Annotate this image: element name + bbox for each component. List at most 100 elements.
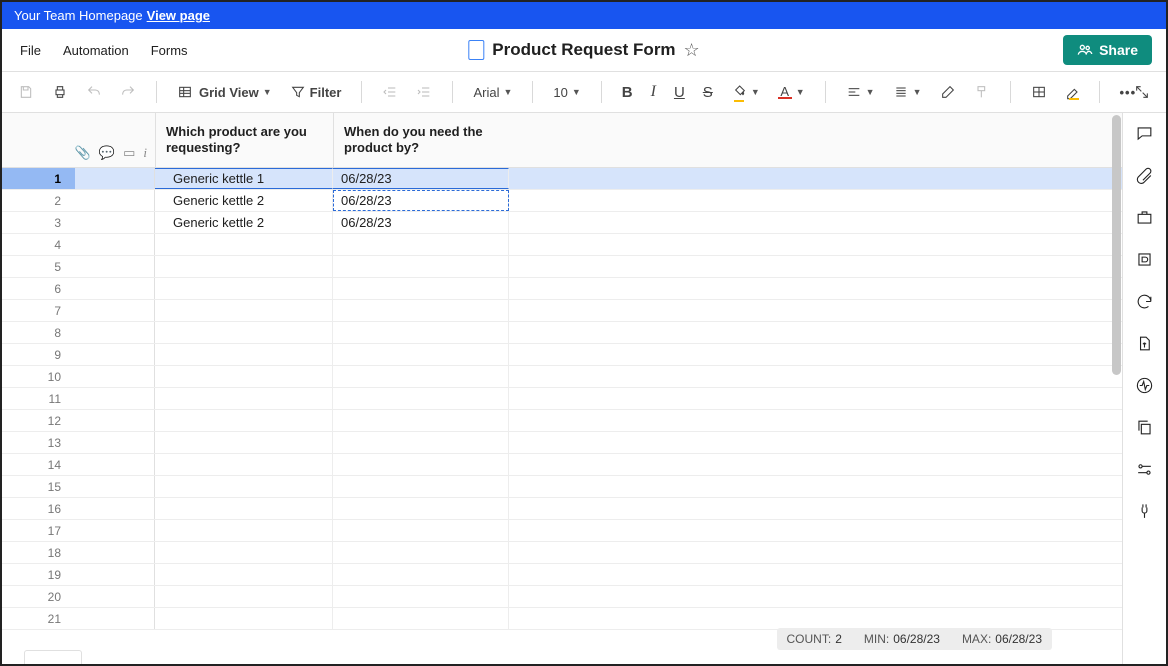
column-header-a[interactable]: Which product are you requesting? <box>155 113 333 167</box>
cell-product[interactable] <box>155 366 333 387</box>
attachment-icon[interactable]: 📎 <box>75 145 91 161</box>
outdent-icon[interactable] <box>376 78 404 106</box>
row-gutter[interactable] <box>75 476 155 497</box>
cell-date[interactable] <box>333 520 509 541</box>
table-row[interactable]: 2Generic kettle 206/28/23 <box>2 190 1122 212</box>
table-row[interactable]: 6 <box>2 278 1122 300</box>
activity-icon[interactable] <box>1135 375 1155 395</box>
row-number[interactable]: 9 <box>2 344 75 365</box>
table-row[interactable]: 14 <box>2 454 1122 476</box>
cell-date[interactable] <box>333 564 509 585</box>
comments-panel-icon[interactable] <box>1135 123 1155 143</box>
cell-date[interactable] <box>333 256 509 277</box>
row-number[interactable]: 19 <box>2 564 75 585</box>
attachments-panel-icon[interactable] <box>1135 165 1155 185</box>
cell-product[interactable] <box>155 454 333 475</box>
cell-product[interactable] <box>155 278 333 299</box>
row-number[interactable]: 20 <box>2 586 75 607</box>
banner-view-page-link[interactable]: View page <box>147 8 210 23</box>
cell-date[interactable] <box>333 454 509 475</box>
cell-product[interactable]: Generic kettle 2 <box>155 212 333 233</box>
settings-sliders-icon[interactable] <box>1135 459 1155 479</box>
font-size-select[interactable]: 10 ▼ <box>547 78 586 106</box>
row-number[interactable]: 3 <box>2 212 75 233</box>
cell-product[interactable] <box>155 344 333 365</box>
h-align-button[interactable]: ▼ <box>840 78 881 106</box>
cell-product[interactable] <box>155 234 333 255</box>
menu-automation[interactable]: Automation <box>63 43 129 58</box>
indent-icon[interactable] <box>410 78 438 106</box>
row-gutter[interactable] <box>75 278 155 299</box>
row-number[interactable]: 21 <box>2 608 75 629</box>
cell-product[interactable] <box>155 432 333 453</box>
table-row[interactable]: 9 <box>2 344 1122 366</box>
upload-file-icon[interactable] <box>1135 333 1155 353</box>
proof-icon[interactable]: ▭ <box>123 145 135 161</box>
row-number[interactable]: 15 <box>2 476 75 497</box>
row-gutter[interactable] <box>75 564 155 585</box>
row-number[interactable]: 10 <box>2 366 75 387</box>
undo-icon[interactable] <box>80 78 108 106</box>
cell-product[interactable] <box>155 542 333 563</box>
briefcase-icon[interactable] <box>1135 207 1155 227</box>
table-row[interactable]: 10 <box>2 366 1122 388</box>
cell-date[interactable] <box>333 608 509 629</box>
cell-product[interactable] <box>155 300 333 321</box>
sheet-tab[interactable] <box>24 650 82 664</box>
row-gutter[interactable] <box>75 498 155 519</box>
row-number[interactable]: 16 <box>2 498 75 519</box>
row-gutter[interactable] <box>75 256 155 277</box>
cell-date[interactable] <box>333 586 509 607</box>
row-number[interactable]: 6 <box>2 278 75 299</box>
cell-date[interactable] <box>333 432 509 453</box>
document-title[interactable]: Product Request Form <box>492 40 675 60</box>
eraser-icon[interactable] <box>934 78 962 106</box>
table-row[interactable]: 7 <box>2 300 1122 322</box>
italic-button[interactable]: I <box>645 78 662 106</box>
cell-date[interactable] <box>333 542 509 563</box>
row-number[interactable]: 5 <box>2 256 75 277</box>
cell-product[interactable]: Generic kettle 1 <box>155 168 333 189</box>
row-number[interactable]: 2 <box>2 190 75 211</box>
cell-date[interactable] <box>333 476 509 497</box>
row-number[interactable]: 13 <box>2 432 75 453</box>
table-row[interactable]: 17 <box>2 520 1122 542</box>
star-icon[interactable]: ☆ <box>684 40 700 61</box>
grid-view-button[interactable]: Grid View ▼ <box>171 78 278 106</box>
menu-forms[interactable]: Forms <box>151 43 188 58</box>
table-row[interactable]: 18 <box>2 542 1122 564</box>
cell-product[interactable] <box>155 256 333 277</box>
v-align-button[interactable]: ▼ <box>887 78 928 106</box>
save-icon[interactable] <box>12 78 40 106</box>
refresh-icon[interactable] <box>1135 291 1155 311</box>
table-row[interactable]: 15 <box>2 476 1122 498</box>
table-row[interactable]: 8 <box>2 322 1122 344</box>
redo-icon[interactable] <box>114 78 142 106</box>
cell-date[interactable] <box>333 300 509 321</box>
fill-color-button[interactable]: ▼ <box>725 78 766 106</box>
table-row[interactable]: 4 <box>2 234 1122 256</box>
row-gutter[interactable] <box>75 234 155 255</box>
row-number[interactable]: 11 <box>2 388 75 409</box>
row-gutter[interactable] <box>75 344 155 365</box>
strikethrough-button[interactable]: S <box>697 78 719 106</box>
column-header-b[interactable]: When do you need the product by? <box>333 113 509 167</box>
row-gutter[interactable] <box>75 300 155 321</box>
table-row[interactable]: 16 <box>2 498 1122 520</box>
cell-date[interactable] <box>333 498 509 519</box>
cell-date[interactable] <box>333 322 509 343</box>
row-number[interactable]: 17 <box>2 520 75 541</box>
copy-icon[interactable] <box>1135 417 1155 437</box>
cell-date[interactable]: 06/28/23 <box>333 190 509 211</box>
table-row[interactable]: 20 <box>2 586 1122 608</box>
row-gutter[interactable] <box>75 388 155 409</box>
row-number[interactable]: 18 <box>2 542 75 563</box>
row-gutter[interactable] <box>75 432 155 453</box>
underline-button[interactable]: U <box>668 78 691 106</box>
highlight-icon[interactable] <box>1059 78 1085 106</box>
table-row[interactable]: 5 <box>2 256 1122 278</box>
table-row[interactable]: 12 <box>2 410 1122 432</box>
row-gutter[interactable] <box>75 366 155 387</box>
row-gutter[interactable] <box>75 586 155 607</box>
cell-product[interactable] <box>155 608 333 629</box>
